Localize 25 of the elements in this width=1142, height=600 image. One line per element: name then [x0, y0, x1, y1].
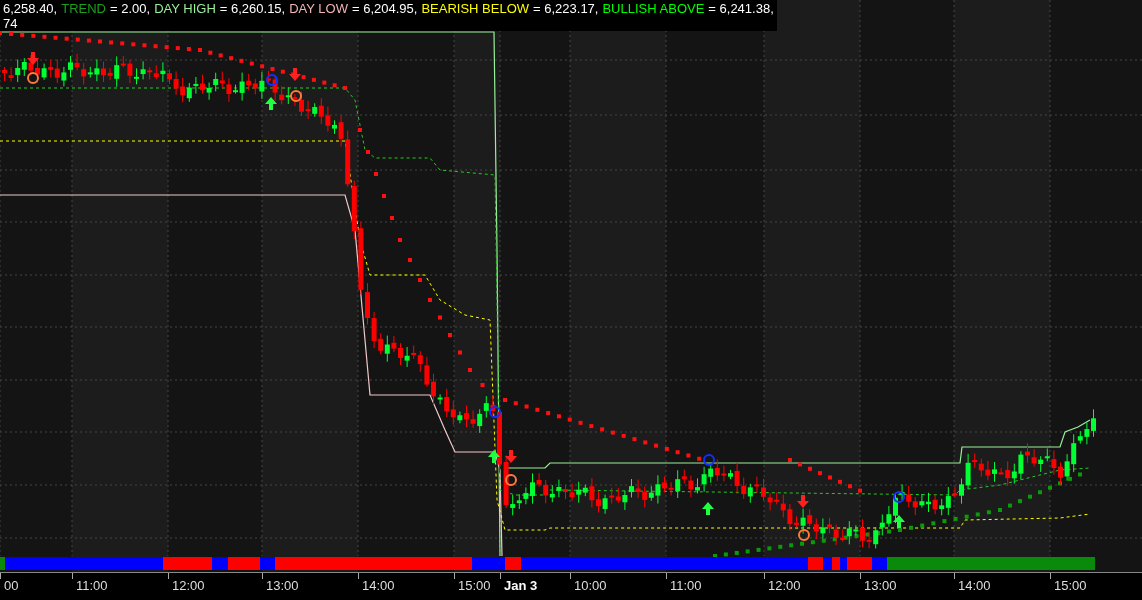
reading-value: = 6,204.95,: [351, 1, 418, 16]
time-label: 11:00: [670, 578, 702, 593]
reading-value: 74: [3, 16, 18, 31]
reading-label: BULLISH ABOVE: [602, 1, 705, 16]
time-label: 14:00: [958, 578, 991, 593]
reading-value: = 6,223.17,: [533, 1, 599, 16]
time-label: 10:00: [574, 578, 607, 593]
time-label: Jan 3: [504, 578, 538, 593]
time-label: 12:00: [172, 578, 205, 593]
reading-value: = 2.00,: [110, 1, 151, 16]
reading-value: 6,258.40,: [3, 1, 58, 16]
reading-label: TREND: [61, 1, 106, 16]
reading-label: DAY LOW: [289, 1, 348, 16]
reading-label: BEARISH BELOW: [421, 1, 530, 16]
time-label: 15:00: [458, 578, 491, 593]
reading-value: = 6,241.38,: [708, 1, 774, 16]
time-label: 00: [4, 578, 19, 593]
time-label: 15:00: [1054, 578, 1087, 593]
time-label: 14:00: [362, 578, 395, 593]
reading-value: = 6,260.15,: [219, 1, 286, 16]
reading-label: DAY HIGH: [154, 1, 216, 16]
time-label: 11:00: [76, 578, 108, 593]
time-label: 13:00: [864, 578, 897, 593]
time-label: 12:00: [768, 578, 801, 593]
time-label: 13:00: [266, 578, 299, 593]
